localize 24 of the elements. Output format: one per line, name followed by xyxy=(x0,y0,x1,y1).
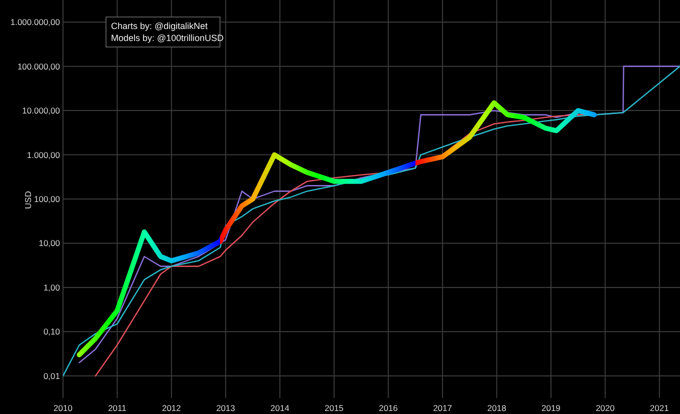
y-tick-label: 1,00 xyxy=(43,282,60,292)
x-tick-label: 2012 xyxy=(162,403,181,413)
credit-text: Charts by: @digitalikNet xyxy=(111,21,208,31)
x-tick-label: 2016 xyxy=(378,403,398,413)
x-tick-label: 2014 xyxy=(270,403,290,413)
x-tick-label: 2010 xyxy=(54,403,72,413)
y-tick-label: 100.000,00 xyxy=(17,61,60,72)
x-tick-label: 2015 xyxy=(324,403,344,413)
x-tick-label: 2021 xyxy=(650,403,669,413)
y-tick-label: 1.000,00 xyxy=(26,150,60,160)
y-tick-label: 10.000,00 xyxy=(22,106,60,116)
y-tick-label: 100,00 xyxy=(34,194,60,204)
x-tick-label: 2019 xyxy=(542,403,560,413)
credit-text: Models by: @100trillionUSD xyxy=(111,33,224,43)
y-tick-label: 0,01 xyxy=(43,370,60,381)
x-tick-label: 2011 xyxy=(108,403,126,413)
x-tick-label: 2017 xyxy=(433,403,452,413)
y-tick-label: 1.000.000,00 xyxy=(10,17,60,28)
y-tick-label: 0,10 xyxy=(43,326,60,337)
x-tick-label: 2018 xyxy=(487,403,506,413)
axis-title: USD xyxy=(23,191,33,209)
y-tick-label: 10,00 xyxy=(38,238,60,248)
x-tick-label: 2013 xyxy=(216,403,236,413)
x-tick-label: 2020 xyxy=(596,403,615,413)
